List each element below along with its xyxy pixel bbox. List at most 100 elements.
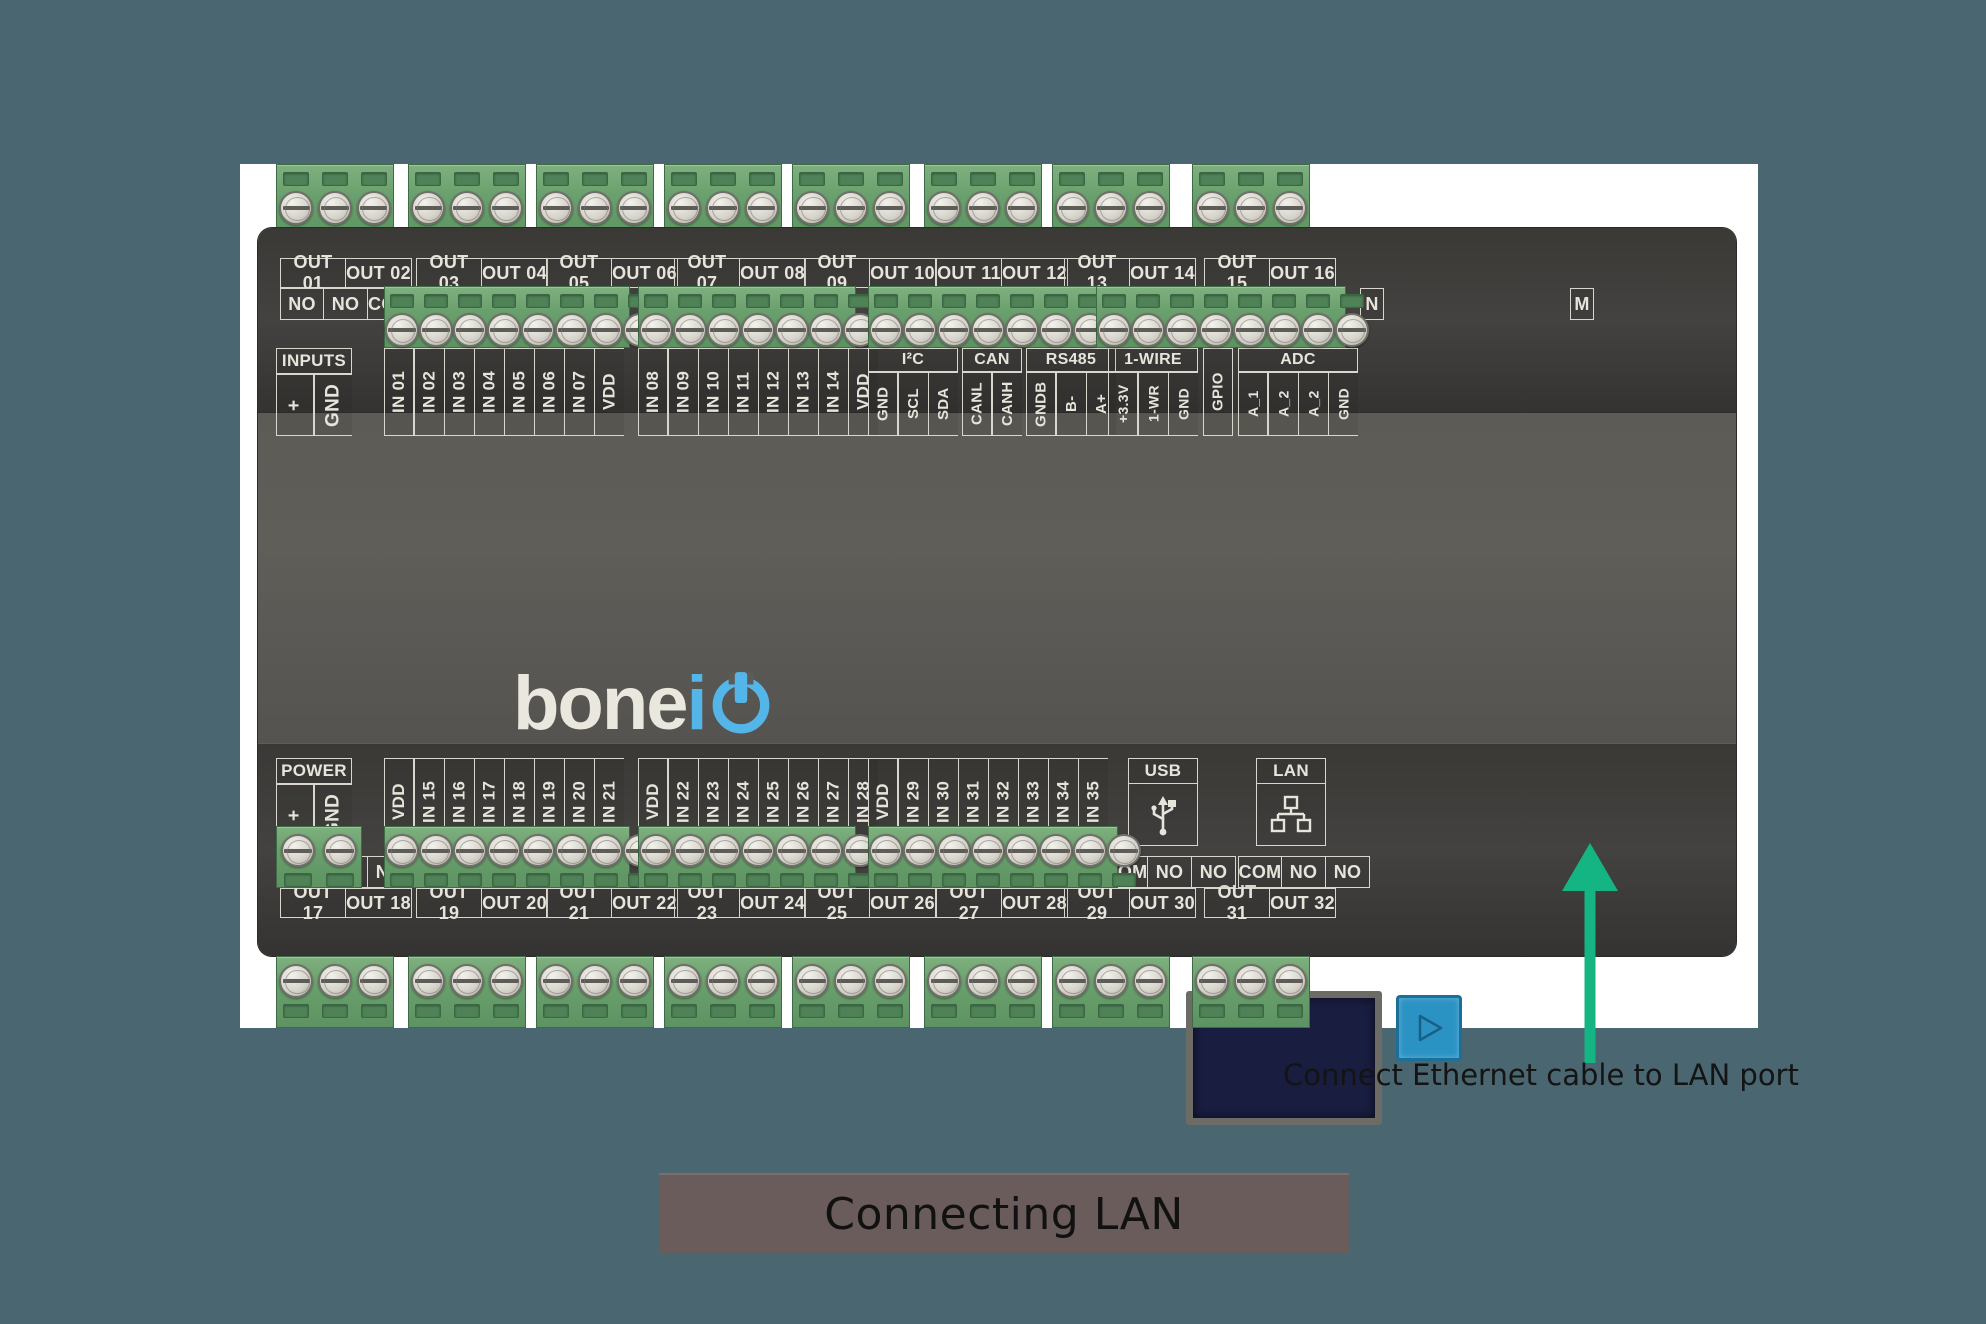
- terminal-screw[interactable]: [744, 964, 779, 998]
- power-terminal-strip[interactable]: [276, 826, 362, 888]
- relay-terminal-bottom-2[interactable]: [408, 956, 526, 1028]
- terminal-wire-slot[interactable]: [1098, 172, 1124, 186]
- terminal-wire-slot[interactable]: [390, 873, 414, 887]
- terminal-pole[interactable]: [555, 827, 589, 887]
- terminal-screw[interactable]: [744, 191, 779, 225]
- terminal-pole[interactable]: [1232, 957, 1271, 1027]
- terminal-wire-slot[interactable]: [838, 1004, 864, 1018]
- terminal-pole[interactable]: [1039, 827, 1073, 887]
- terminal-screw[interactable]: [872, 964, 907, 998]
- terminal-screw[interactable]: [966, 191, 1000, 225]
- terminal-screw[interactable]: [1267, 313, 1301, 347]
- terminal-pole[interactable]: [1193, 957, 1232, 1027]
- terminal-pole[interactable]: [971, 287, 1005, 347]
- terminal-screw[interactable]: [706, 191, 740, 225]
- terminal-screw[interactable]: [323, 834, 357, 868]
- terminal-pole[interactable]: [925, 957, 964, 1027]
- inner-terminal-strip-top-3[interactable]: [868, 286, 1141, 348]
- terminal-wire-slot[interactable]: [1044, 294, 1068, 308]
- terminal-screw[interactable]: [971, 313, 1005, 347]
- terminal-wire-slot[interactable]: [1044, 873, 1068, 887]
- terminal-pole[interactable]: [639, 287, 673, 347]
- terminal-wire-slot[interactable]: [876, 172, 903, 186]
- terminal-screw[interactable]: [521, 313, 555, 347]
- terminal-screw[interactable]: [385, 313, 419, 347]
- terminal-screw[interactable]: [1005, 313, 1039, 347]
- terminal-pole[interactable]: [385, 827, 419, 887]
- terminal-wire-slot[interactable]: [325, 873, 355, 887]
- terminal-wire-slot[interactable]: [458, 873, 482, 887]
- terminal-screw[interactable]: [639, 313, 673, 347]
- terminal-screw[interactable]: [1004, 191, 1039, 225]
- terminal-wire-slot[interactable]: [814, 294, 838, 308]
- terminal-screw[interactable]: [1199, 313, 1233, 347]
- terminal-screw[interactable]: [1272, 964, 1307, 998]
- terminal-wire-slot[interactable]: [1136, 294, 1160, 308]
- terminal-screw[interactable]: [706, 964, 740, 998]
- terminal-screw[interactable]: [356, 191, 391, 225]
- terminal-pole[interactable]: [1053, 957, 1092, 1027]
- terminal-pole[interactable]: [614, 957, 653, 1027]
- terminal-pole[interactable]: [639, 827, 673, 887]
- terminal-wire-slot[interactable]: [1340, 294, 1364, 308]
- terminal-pole[interactable]: [793, 957, 832, 1027]
- terminal-wire-slot[interactable]: [454, 1004, 480, 1018]
- terminal-wire-slot[interactable]: [492, 873, 516, 887]
- terminal-pole[interactable]: [869, 287, 903, 347]
- terminal-pole[interactable]: [409, 957, 448, 1027]
- terminal-pole[interactable]: [555, 287, 589, 347]
- terminal-wire-slot[interactable]: [1238, 1004, 1264, 1018]
- terminal-pole[interactable]: [707, 287, 741, 347]
- terminal-pole[interactable]: [453, 287, 487, 347]
- terminal-screw[interactable]: [578, 191, 612, 225]
- terminal-pole[interactable]: [704, 957, 743, 1027]
- terminal-wire-slot[interactable]: [1102, 294, 1126, 308]
- terminal-pole[interactable]: [741, 287, 775, 347]
- terminal-screw[interactable]: [616, 191, 651, 225]
- terminal-screw[interactable]: [903, 313, 937, 347]
- terminal-screw[interactable]: [1234, 191, 1268, 225]
- terminal-pole[interactable]: [741, 827, 775, 887]
- terminal-pole[interactable]: [319, 827, 361, 887]
- terminal-pole[interactable]: [665, 957, 704, 1027]
- terminal-screw[interactable]: [872, 191, 907, 225]
- terminal-pole[interactable]: [707, 827, 741, 887]
- relay-terminal-bottom-1[interactable]: [276, 956, 394, 1028]
- terminal-wire-slot[interactable]: [560, 873, 584, 887]
- terminal-screw[interactable]: [453, 834, 487, 868]
- terminal-screw[interactable]: [450, 191, 484, 225]
- terminal-wire-slot[interactable]: [671, 1004, 698, 1018]
- terminal-wire-slot[interactable]: [1204, 294, 1228, 308]
- terminal-screw[interactable]: [521, 834, 555, 868]
- terminal-screw[interactable]: [279, 191, 314, 225]
- terminal-screw[interactable]: [1094, 191, 1128, 225]
- terminal-screw[interactable]: [1094, 964, 1128, 998]
- terminal-pole[interactable]: [1130, 957, 1169, 1027]
- terminal-screw[interactable]: [937, 834, 971, 868]
- terminal-wire-slot[interactable]: [874, 294, 898, 308]
- terminal-wire-slot[interactable]: [780, 294, 804, 308]
- terminal-pole[interactable]: [448, 957, 487, 1027]
- terminal-screw[interactable]: [318, 191, 352, 225]
- terminal-screw[interactable]: [616, 964, 651, 998]
- terminal-screw[interactable]: [578, 964, 612, 998]
- terminal-screw[interactable]: [1107, 834, 1141, 868]
- terminal-wire-slot[interactable]: [1098, 1004, 1124, 1018]
- terminal-screw[interactable]: [488, 964, 523, 998]
- terminal-pole[interactable]: [419, 827, 453, 887]
- inner-terminal-strip-top-1[interactable]: [384, 286, 657, 348]
- terminal-wire-slot[interactable]: [644, 873, 668, 887]
- terminal-wire-slot[interactable]: [1112, 873, 1136, 887]
- terminal-pole[interactable]: [277, 827, 319, 887]
- terminal-pole[interactable]: [537, 957, 576, 1027]
- relay-terminal-bottom-4[interactable]: [664, 956, 782, 1028]
- terminal-wire-slot[interactable]: [746, 294, 770, 308]
- terminal-wire-slot[interactable]: [424, 873, 448, 887]
- terminal-wire-slot[interactable]: [748, 1004, 775, 1018]
- terminal-pole[interactable]: [809, 827, 843, 887]
- terminal-wire-slot[interactable]: [594, 294, 618, 308]
- terminal-screw[interactable]: [834, 964, 868, 998]
- terminal-wire-slot[interactable]: [1306, 294, 1330, 308]
- terminal-screw[interactable]: [281, 834, 315, 868]
- terminal-pole[interactable]: [589, 287, 623, 347]
